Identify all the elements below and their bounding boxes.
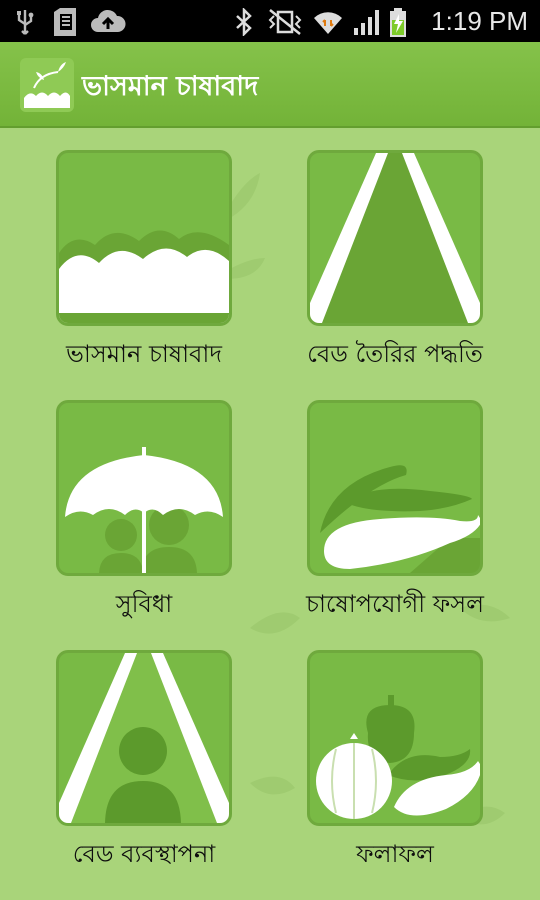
- menu-tile-results[interactable]: [307, 650, 483, 826]
- umbrella-people-icon: [65, 447, 223, 573]
- menu-label-floating-farming[interactable]: ভাসমান চাষাবাদ: [19, 336, 269, 376]
- battery-charging-icon: [390, 8, 406, 37]
- menu-tile-floating-farming[interactable]: [56, 150, 232, 326]
- vibrate-icon: [268, 9, 302, 35]
- cloud-upload-icon: [91, 9, 126, 32]
- wifi-icon: [314, 12, 342, 34]
- app-title: ভাসমান চাষাবাদ: [82, 71, 259, 102]
- usb-icon: [17, 10, 34, 35]
- bed-making-icon: [310, 153, 480, 323]
- status-bar: 1:19 PM: [0, 0, 540, 42]
- floating-garden-logo[interactable]: [20, 58, 74, 112]
- status-clock: 1:19 PM: [431, 6, 528, 36]
- menu-tile-bed-management[interactable]: [56, 650, 232, 826]
- vegetables-icon: [316, 695, 480, 819]
- menu-label-bed-management[interactable]: বেড ব্যবস্থাপনা: [19, 836, 269, 876]
- action-bar: ভাসমান চাষাবাদ: [0, 42, 540, 128]
- menu-tile-bed-making[interactable]: [307, 150, 483, 326]
- menu-label-benefits[interactable]: সুবিধা: [19, 586, 269, 626]
- menu-tile-benefits[interactable]: [56, 400, 232, 576]
- menu-label-suitable-crops[interactable]: চাষোপযোগী ফসল: [270, 586, 520, 626]
- bluetooth-icon: [236, 8, 252, 36]
- bed-management-icon: [59, 653, 229, 823]
- eggplant-icon: [320, 465, 480, 573]
- menu-label-bed-making[interactable]: বেড তৈরির পদ্ধতি: [270, 336, 520, 376]
- menu-label-results[interactable]: ফলাফল: [270, 836, 520, 876]
- signal-icon: [354, 10, 379, 35]
- sd-card-icon: [54, 8, 76, 36]
- floating-bed-icon: [59, 230, 229, 323]
- menu-tile-suitable-crops[interactable]: [307, 400, 483, 576]
